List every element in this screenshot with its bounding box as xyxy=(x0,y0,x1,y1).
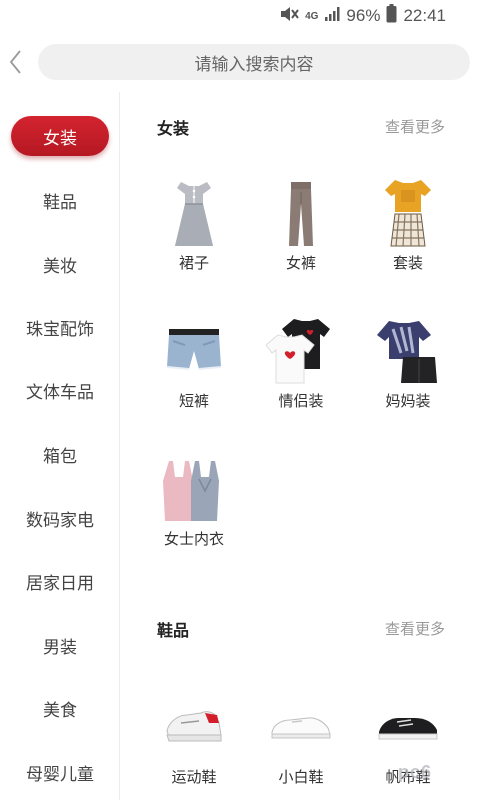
subcategory-tile[interactable]: 情侣装 xyxy=(246,310,356,411)
sneaker-icon xyxy=(139,686,249,766)
sidebar-item-label: 箱包 xyxy=(43,446,77,466)
section-title: 女装 xyxy=(157,121,190,138)
search-placeholder: 请输入搜索内容 xyxy=(194,54,314,74)
sidebar-item-beauty[interactable]: 美妆 xyxy=(0,244,120,284)
sidebar-item-jewelry[interactable]: 珠宝配饰 xyxy=(0,307,120,347)
battery-percent: 96% xyxy=(346,6,381,25)
dress-icon xyxy=(139,172,249,252)
sidebar-item-womens-clothing[interactable]: 女装 xyxy=(11,116,109,156)
sidebar-item-food[interactable]: 美食 xyxy=(0,688,120,728)
subcategory-label: 女士内衣 xyxy=(163,531,224,548)
subcategory-tile[interactable]: 裙子 xyxy=(139,172,249,273)
shorts-icon xyxy=(139,310,249,390)
sidebar-item-label: 文体车品 xyxy=(26,382,94,402)
section-title: 鞋品 xyxy=(157,623,190,640)
sidebar-item-sports-auto[interactable]: 文体车品 xyxy=(0,370,120,410)
subcategory-tile[interactable]: 运动鞋 xyxy=(139,686,249,787)
subcategory-label: 女裤 xyxy=(285,255,316,272)
mute-icon xyxy=(279,5,299,28)
watermark: pc6 xyxy=(398,762,433,782)
search-input[interactable]: 请输入搜索内容 xyxy=(38,44,470,80)
sidebar-item-home[interactable]: 居家日用 xyxy=(0,561,120,601)
battery-icon xyxy=(386,4,397,28)
trousers-icon xyxy=(246,172,356,252)
sidebar-item-electronics[interactable]: 数码家电 xyxy=(0,498,120,538)
mom-outfit-icon xyxy=(353,310,463,390)
sidebar-item-label: 美妆 xyxy=(43,256,77,276)
subcategory-label: 短裤 xyxy=(178,393,209,410)
subcategory-label: 裙子 xyxy=(178,255,209,272)
subcategory-tile[interactable]: 小白鞋 xyxy=(246,686,356,787)
subcategory-label: 小白鞋 xyxy=(278,769,324,786)
subcategory-label: 妈妈装 xyxy=(385,393,431,410)
sidebar-item-label: 母婴儿童 xyxy=(26,764,94,784)
subcategory-tile[interactable]: 女士内衣 xyxy=(139,448,249,549)
see-more-link[interactable]: 查看更多 xyxy=(385,116,445,137)
white-shoe-icon xyxy=(246,686,356,766)
sidebar-item-label: 居家日用 xyxy=(26,573,94,593)
sidebar-item-label: 女装 xyxy=(43,128,77,148)
status-bar: 4G 96% 22:41 xyxy=(0,0,480,32)
sidebar-item-shoes[interactable]: 鞋品 xyxy=(0,180,120,220)
sidebar-item-mens-clothing[interactable]: 男装 xyxy=(0,625,120,665)
sidebar-item-label: 珠宝配饰 xyxy=(26,319,94,339)
subcategory-tile[interactable]: 短裤 xyxy=(139,310,249,411)
category-sidebar: 女装 鞋品 美妆 珠宝配饰 文体车品 箱包 数码家电 居家日用 男装 美食 母婴… xyxy=(0,92,120,800)
subcategory-tile[interactable]: 妈妈装 xyxy=(353,310,463,411)
sidebar-item-baby-kids[interactable]: 母婴儿童 xyxy=(0,752,120,792)
canvas-shoe-icon xyxy=(353,686,463,766)
sidebar-item-label: 男装 xyxy=(43,637,77,657)
sidebar-item-label: 美食 xyxy=(43,700,77,720)
subcategory-label: 情侣装 xyxy=(278,393,324,410)
signal-icon xyxy=(324,6,340,27)
sidebar-item-bags[interactable]: 箱包 xyxy=(0,434,120,474)
subcategory-tile[interactable]: 套装 xyxy=(353,172,463,273)
back-arrow-icon[interactable] xyxy=(4,45,26,79)
outfit-set-icon xyxy=(353,172,463,252)
subcategory-tile[interactable]: 女裤 xyxy=(246,172,356,273)
subcategory-label: 套装 xyxy=(392,255,423,272)
sidebar-item-label: 数码家电 xyxy=(26,510,94,530)
camisole-icon xyxy=(139,448,249,528)
search-row: 请输入搜索内容 xyxy=(0,40,480,84)
clock: 22:41 xyxy=(403,6,446,25)
see-more-link[interactable]: 查看更多 xyxy=(385,618,445,639)
couple-tshirts-icon xyxy=(246,310,356,390)
network-type-label: 4G xyxy=(305,10,319,22)
sidebar-item-label: 鞋品 xyxy=(43,192,77,212)
subcategory-label: 运动鞋 xyxy=(171,769,217,786)
